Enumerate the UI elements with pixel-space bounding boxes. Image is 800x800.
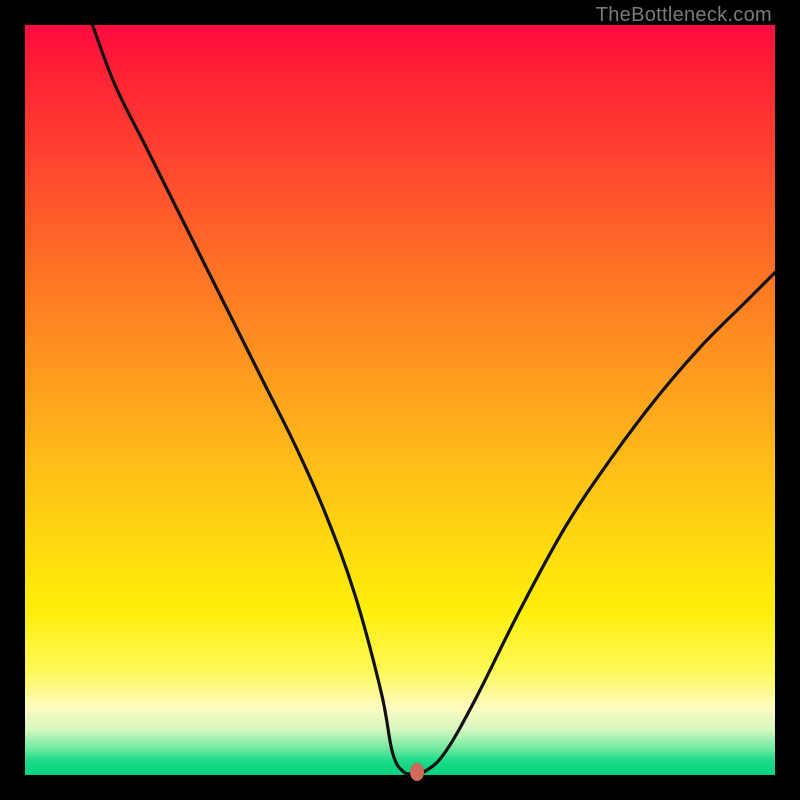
chart-frame: TheBottleneck.com <box>0 0 800 800</box>
minimum-marker <box>410 763 424 781</box>
bottleneck-curve-path <box>93 25 776 774</box>
watermark-text: TheBottleneck.com <box>596 4 772 27</box>
curve-svg <box>25 25 775 775</box>
plot-area <box>25 25 775 775</box>
